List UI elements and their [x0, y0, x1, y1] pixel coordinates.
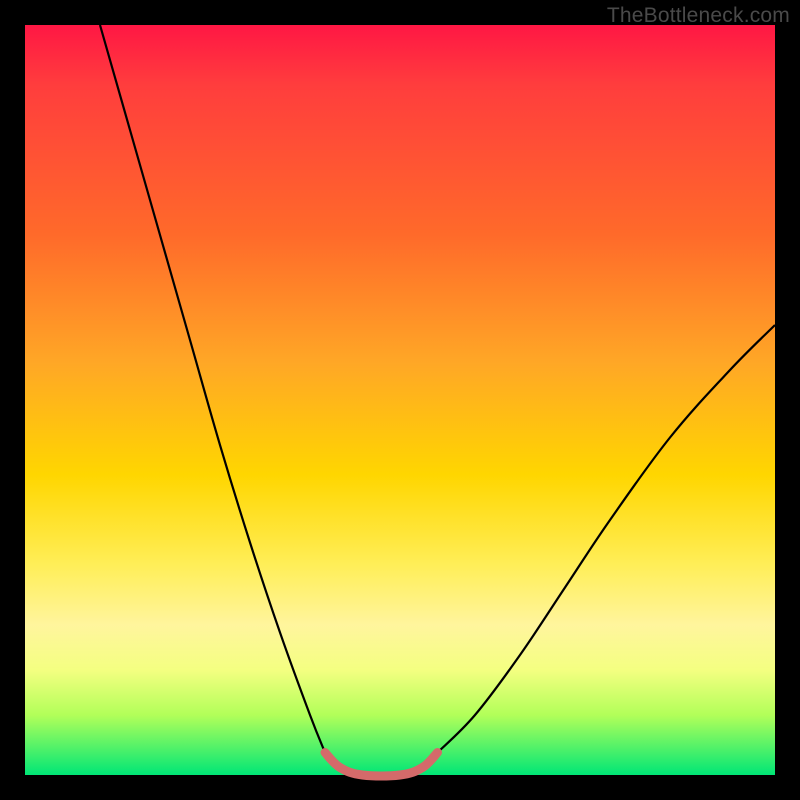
curve-left [100, 25, 325, 753]
plot-area [25, 25, 775, 775]
curve-right [438, 325, 776, 753]
chart-svg [25, 25, 775, 775]
chart-frame: TheBottleneck.com [0, 0, 800, 800]
watermark-text: TheBottleneck.com [607, 4, 790, 28]
valley-highlight [325, 753, 438, 777]
